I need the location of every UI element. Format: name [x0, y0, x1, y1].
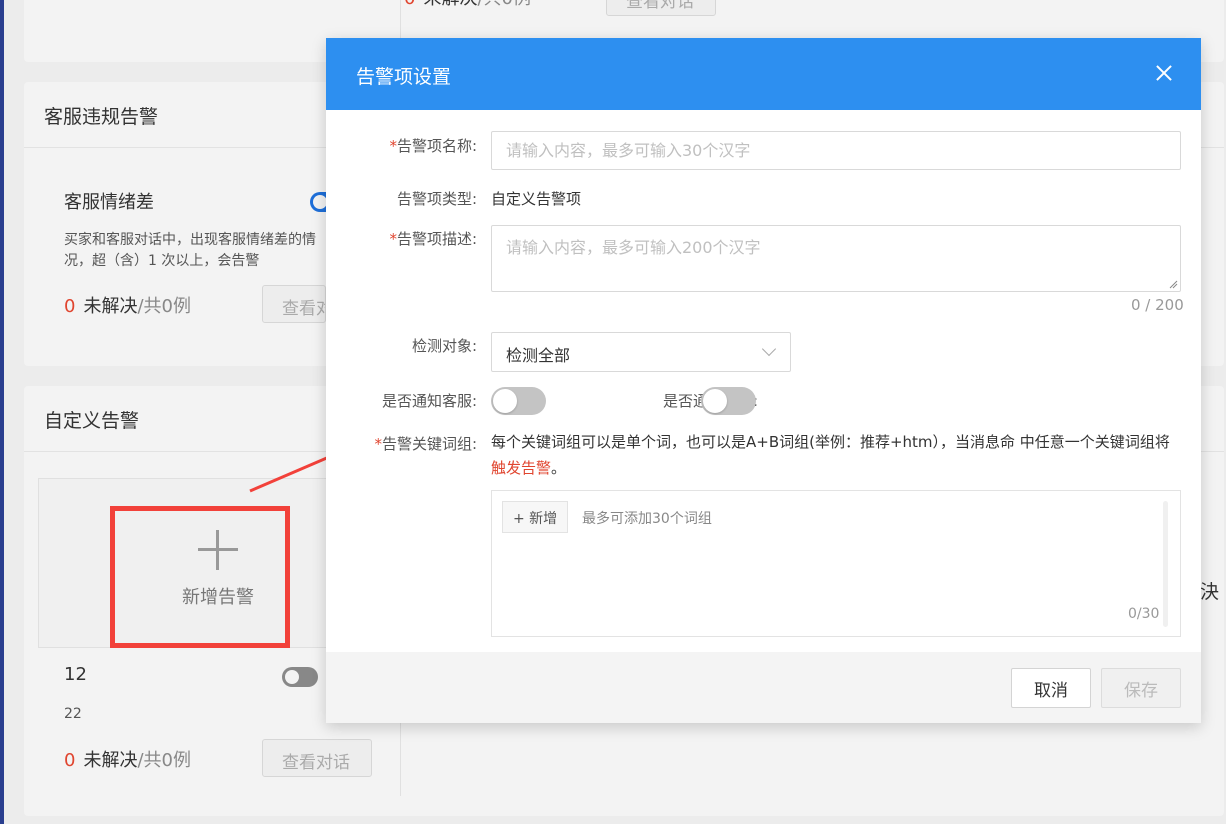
keywords-label-text: 告警关键词组:	[381, 435, 477, 453]
type-value: 自定义告警项	[491, 190, 582, 208]
required-mark: *	[389, 230, 397, 248]
add-keyword-group-button[interactable]: + 新增	[502, 501, 569, 533]
unresolved-count: 0	[64, 750, 76, 771]
name-label-text: 告警项名称:	[396, 137, 477, 155]
toggle-knob	[285, 670, 299, 684]
annotation-highlight-box	[110, 506, 290, 648]
unresolved-count: 0	[404, 0, 415, 9]
view-dialog-button[interactable]: 查看对话	[262, 739, 372, 777]
unresolved-label: 未解决	[83, 750, 138, 771]
unresolved-label: 未解决	[423, 0, 477, 9]
unresolved-count: 0	[64, 296, 76, 317]
detection-target-select[interactable]: 检测全部	[491, 332, 791, 372]
total-count: /共0例	[137, 750, 191, 771]
keywords-description: 每个关键词组可以是单个词，也可以是A+B词组(举例：推荐+htm），当消息命 中…	[491, 429, 1181, 481]
keyword-groups-counter: 0/30	[1128, 606, 1160, 622]
scrollbar[interactable]	[1163, 501, 1168, 627]
switch-knob	[703, 389, 727, 413]
section-title: 自定义告警	[44, 410, 140, 432]
keyword-groups-hint: 最多可添加30个词组	[582, 511, 712, 527]
chevron-down-icon	[761, 341, 777, 357]
rule-toggle[interactable]	[282, 667, 318, 687]
desc-label: *告警项描述:	[389, 228, 477, 249]
view-dialog-button[interactable]: 查看对话	[262, 285, 326, 323]
rule-stat: 0 未解决/共0例	[64, 746, 191, 772]
keywords-label: *告警关键词组:	[374, 433, 477, 454]
save-button[interactable]: 保存	[1101, 668, 1181, 708]
section-title: 客服违规告警	[44, 106, 159, 128]
rule-stat: 0 未解决/共0例	[64, 292, 191, 318]
cancel-button[interactable]: 取消	[1011, 668, 1091, 708]
target-label: 检测对象:	[411, 337, 477, 355]
rule-name: 客服情绪差	[64, 192, 154, 213]
switch-knob	[493, 389, 517, 413]
keywords-desc-suffix: 。	[551, 459, 567, 477]
required-mark: *	[389, 137, 397, 155]
name-label: *告警项名称:	[389, 135, 477, 156]
desc-label-text: 告警项描述:	[396, 230, 477, 248]
toggle-knob	[313, 195, 327, 209]
clipped-text: 決	[1200, 581, 1220, 603]
dialog-footer: 取消 保存	[326, 652, 1201, 723]
keywords-desc-text: 每个关键词组可以是单个词，也可以是A+B词组(举例：推荐+htm），当消息命 中…	[491, 433, 1170, 451]
resize-grip-icon[interactable]	[1169, 280, 1178, 289]
required-mark: *	[374, 435, 382, 453]
view-dialog-button[interactable]: 查看对话	[606, 0, 716, 16]
notify-kefu-switch[interactable]	[491, 387, 546, 415]
notify-kefu-label: 是否通知客服:	[381, 392, 477, 410]
dialog-header: 告警项设置	[326, 38, 1201, 110]
select-value: 检测全部	[506, 346, 571, 365]
total-count: /共0例	[477, 0, 531, 9]
dialog-title: 告警项设置	[356, 66, 452, 88]
keywords-desc-highlight: 触发告警	[491, 459, 552, 477]
close-icon[interactable]	[1151, 60, 1177, 86]
rule-name: 12	[64, 664, 87, 685]
alert-description-textarea[interactable]	[491, 225, 1181, 292]
rule-description: 买家和客服对话中，出现客服情绪差的情况，超（含）1 次以上，会告警	[64, 232, 316, 269]
desc-char-counter: 0 / 200	[1131, 296, 1184, 314]
alert-name-input[interactable]	[491, 131, 1181, 170]
type-label: 告警项类型:	[396, 190, 477, 208]
notify-dingtalk-switch[interactable]	[701, 387, 756, 415]
unresolved-label: 未解决	[83, 296, 138, 317]
top-card-stat: 0 未解决/共0例	[404, 0, 531, 10]
keyword-groups-box: + 新增 最多可添加30个词组 0/30	[491, 490, 1181, 637]
alert-settings-dialog: 告警项设置 *告警项名称: 告警项类型: 自定义告警项 *告警项描述: 0 / …	[326, 38, 1201, 723]
total-count: /共0例	[137, 296, 191, 317]
rule-description: 22	[64, 706, 82, 722]
